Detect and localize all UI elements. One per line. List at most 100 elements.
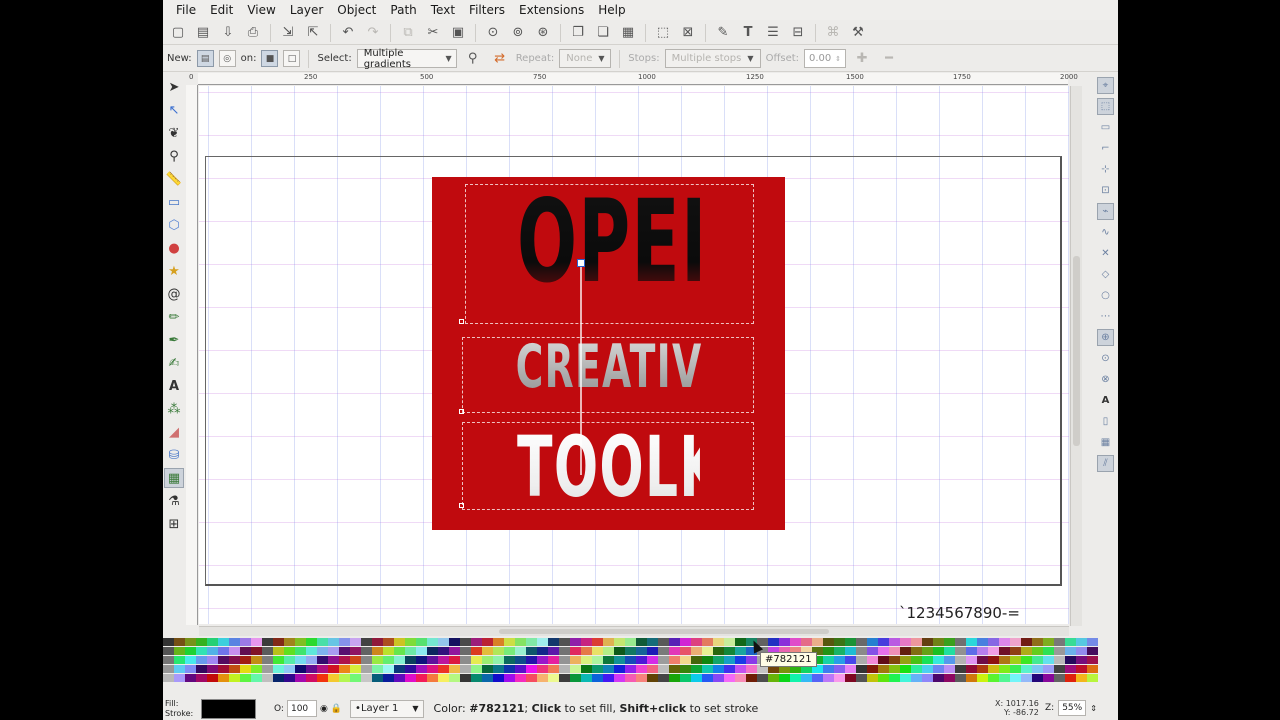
palette-swatch[interactable] [834, 674, 845, 682]
palette-swatch[interactable] [658, 656, 669, 664]
palette-swatch[interactable] [966, 674, 977, 682]
palette-swatch[interactable] [449, 656, 460, 664]
palette-swatch[interactable] [636, 647, 647, 655]
palette-swatch[interactable] [845, 638, 856, 646]
spiral-icon[interactable]: @ [164, 284, 184, 304]
palette-swatch[interactable] [317, 638, 328, 646]
palette-swatch[interactable] [449, 674, 460, 682]
palette-swatch[interactable] [878, 674, 889, 682]
palette-swatch[interactable] [658, 647, 669, 655]
palette-swatch[interactable] [548, 647, 559, 655]
palette-swatch[interactable] [625, 638, 636, 646]
palette-swatch[interactable] [383, 638, 394, 646]
palette-swatch[interactable] [163, 638, 174, 646]
snap-bbox-icon[interactable]: ⬚ [1097, 98, 1114, 115]
palette-swatch[interactable] [449, 665, 460, 673]
palette-swatch[interactable] [900, 638, 911, 646]
palette-swatch[interactable] [174, 656, 185, 664]
repeat-dropdown[interactable]: None ▼ [559, 49, 612, 68]
palette-swatch[interactable] [1043, 665, 1054, 673]
snap-others-icon[interactable]: ⊕ [1097, 329, 1114, 346]
palette-swatch[interactable] [515, 674, 526, 682]
layer-dropdown[interactable]: •Layer 1 ▼ [350, 699, 424, 718]
palette-swatch[interactable] [218, 647, 229, 655]
measure-icon[interactable]: 📏 [164, 169, 184, 189]
palette-swatch[interactable] [229, 656, 240, 664]
palette-swatch[interactable] [361, 674, 372, 682]
palette-swatch[interactable] [328, 647, 339, 655]
palette-swatch[interactable] [317, 656, 328, 664]
palette-swatch[interactable] [504, 647, 515, 655]
stops-dropdown[interactable]: Multiple stops ▼ [664, 49, 761, 68]
palette-swatch[interactable] [647, 656, 658, 664]
palette-swatch[interactable] [1032, 647, 1043, 655]
gradient-corner-handle[interactable] [459, 319, 464, 324]
palette-swatch[interactable] [889, 674, 900, 682]
palette-swatch[interactable] [1021, 656, 1032, 664]
palette-swatch[interactable] [823, 647, 834, 655]
palette-swatch[interactable] [867, 647, 878, 655]
palette-swatch[interactable] [1032, 656, 1043, 664]
menu-path[interactable]: Path [383, 0, 423, 20]
palette-swatch[interactable] [1087, 656, 1098, 664]
palette-swatch[interactable] [471, 656, 482, 664]
snap-page-icon[interactable]: ▯ [1097, 413, 1114, 430]
palette-swatch[interactable] [273, 656, 284, 664]
palette-swatch[interactable] [680, 665, 691, 673]
palette-swatch[interactable] [196, 665, 207, 673]
palette-swatch[interactable] [339, 638, 350, 646]
palette-swatch[interactable] [889, 665, 900, 673]
palette-swatch[interactable] [999, 647, 1010, 655]
palette-swatch[interactable] [889, 638, 900, 646]
palette-swatch[interactable] [834, 638, 845, 646]
palette-swatch[interactable] [548, 674, 559, 682]
snap-nodes-icon[interactable]: ⌁ [1097, 203, 1114, 220]
palette-swatch[interactable] [966, 656, 977, 664]
palette-swatch[interactable] [592, 674, 603, 682]
palette-swatch[interactable] [966, 647, 977, 655]
palette-swatch[interactable] [735, 674, 746, 682]
insert-stop-icon[interactable]: ✚ [851, 48, 873, 70]
palette-swatch[interactable] [933, 674, 944, 682]
palette-swatch[interactable] [460, 647, 471, 655]
vertical-scroll-thumb[interactable] [1073, 256, 1080, 446]
palette-swatch[interactable] [317, 647, 328, 655]
palette-swatch[interactable] [1021, 638, 1032, 646]
palette-swatch[interactable] [251, 674, 262, 682]
palette-swatch[interactable] [438, 656, 449, 664]
menu-file[interactable]: File [169, 0, 203, 20]
palette-swatch[interactable] [1043, 638, 1054, 646]
palette-swatch[interactable] [988, 638, 999, 646]
palette-swatch[interactable] [713, 665, 724, 673]
palette-swatch[interactable] [372, 674, 383, 682]
palette-swatch[interactable] [504, 656, 515, 664]
snap-bbox-edge-icon[interactable]: ▭ [1097, 119, 1114, 136]
preferences-icon[interactable]: ⚒ [847, 22, 869, 44]
palette-swatch[interactable] [482, 647, 493, 655]
palette-swatch[interactable] [1043, 674, 1054, 682]
palette-swatch[interactable] [746, 674, 757, 682]
palette-swatch[interactable] [537, 656, 548, 664]
palette-swatch[interactable] [449, 638, 460, 646]
palette-swatch[interactable] [944, 638, 955, 646]
snap-guide-icon[interactable]: ⫽ [1097, 455, 1114, 472]
palette-swatch[interactable] [845, 665, 856, 673]
palette-swatch[interactable] [911, 656, 922, 664]
edit-gradient-icon[interactable]: ⚲ [462, 48, 484, 70]
palette-swatch[interactable] [647, 665, 658, 673]
palette-swatch[interactable] [1010, 638, 1021, 646]
palette-swatch[interactable] [482, 674, 493, 682]
fill-swatch[interactable] [201, 698, 256, 719]
palette-swatch[interactable] [1021, 647, 1032, 655]
palette-swatch[interactable] [944, 656, 955, 664]
palette-swatch[interactable] [207, 674, 218, 682]
palette-swatch[interactable] [427, 638, 438, 646]
palette-swatch[interactable] [746, 665, 757, 673]
palette-swatch[interactable] [823, 674, 834, 682]
paste-icon[interactable]: ▣ [447, 22, 469, 44]
palette-swatch[interactable] [592, 656, 603, 664]
palette-swatch[interactable] [636, 665, 647, 673]
palette-swatch[interactable] [394, 638, 405, 646]
palette-swatch[interactable] [834, 656, 845, 664]
palette-swatch[interactable] [713, 647, 724, 655]
